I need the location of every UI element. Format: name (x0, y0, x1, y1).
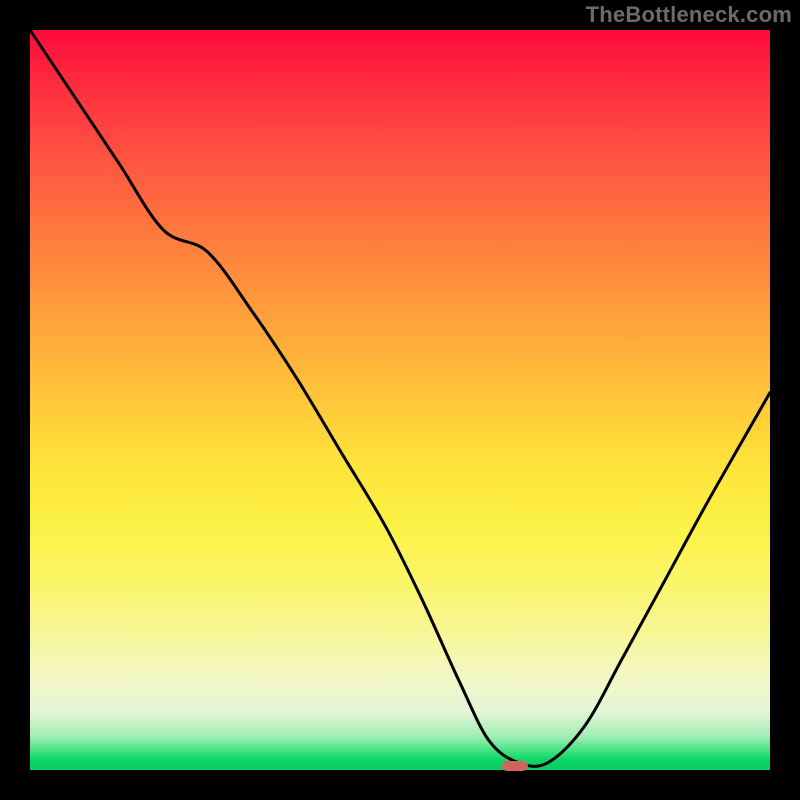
bottleneck-curve (30, 30, 770, 766)
watermark-text: TheBottleneck.com (586, 2, 792, 28)
curve-svg (30, 30, 770, 770)
plot-area (30, 30, 770, 770)
optimal-point-marker (502, 761, 528, 771)
chart-frame: TheBottleneck.com (0, 0, 800, 800)
